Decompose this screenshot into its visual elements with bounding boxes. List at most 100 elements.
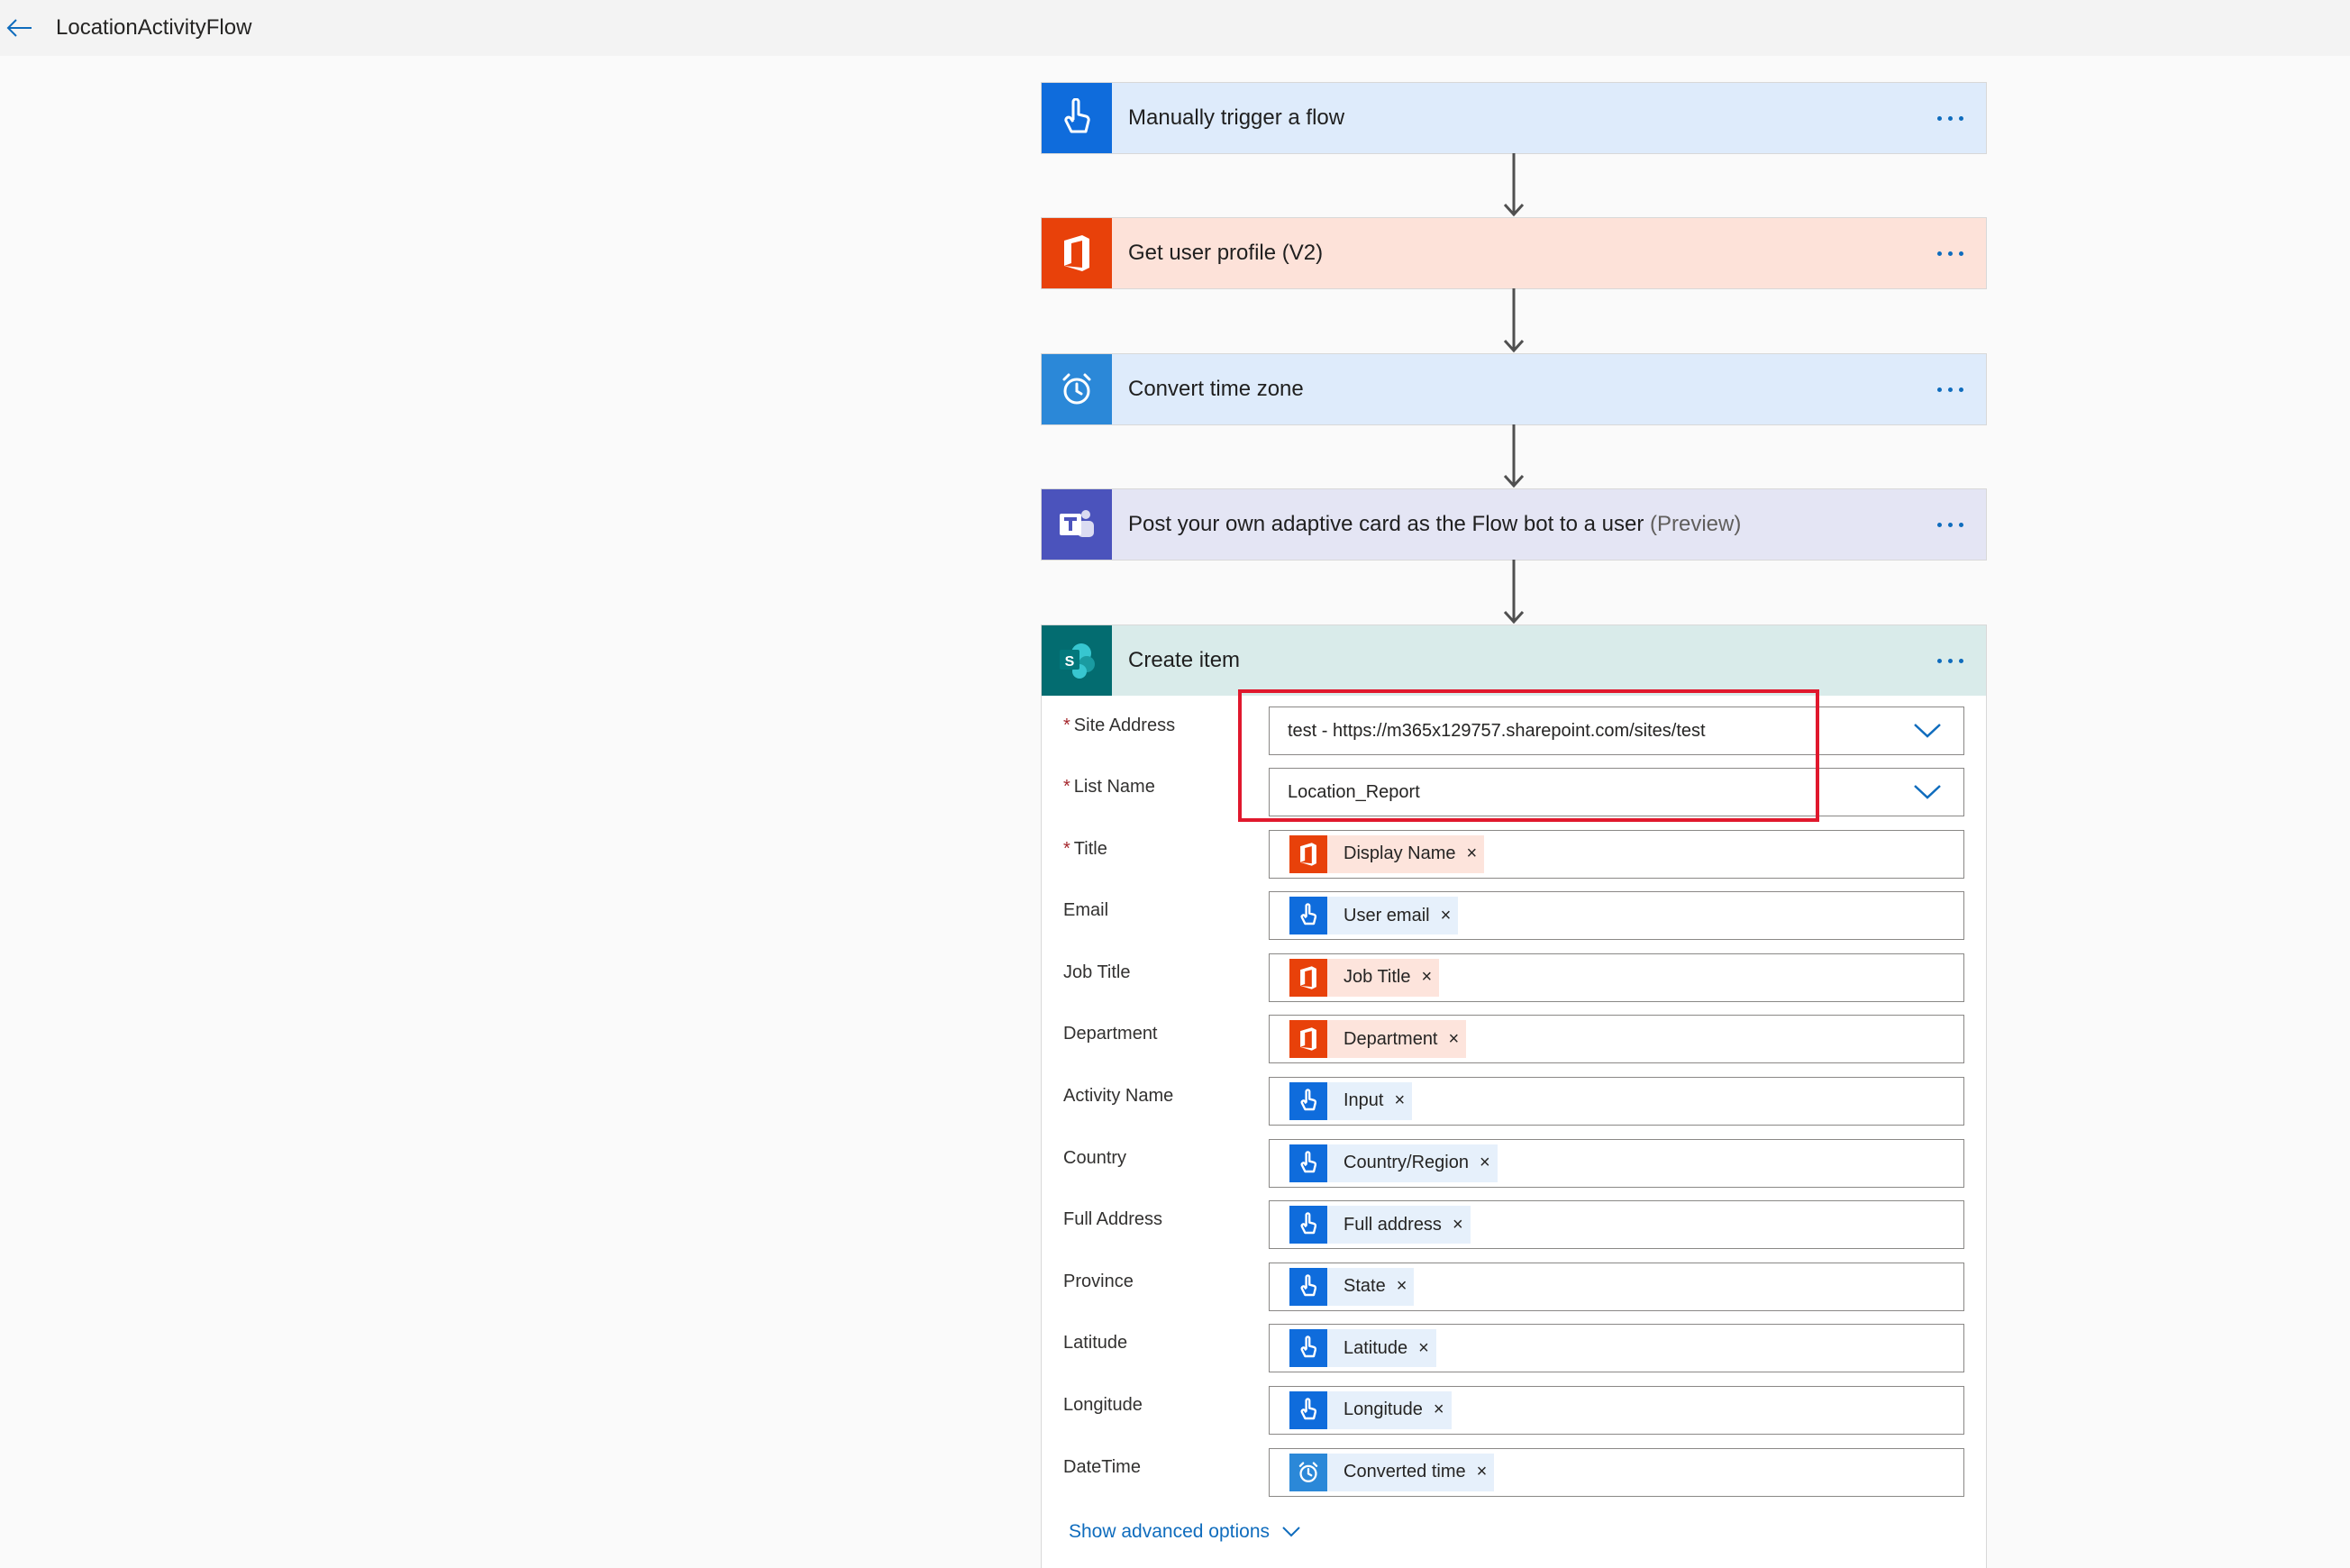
form-row: Full Address Full address ×	[1042, 1200, 1986, 1263]
step-get-user-profile[interactable]: Get user profile (V2)	[1041, 217, 1987, 289]
field-label-department: Department	[1063, 1024, 1158, 1044]
token-label: State	[1344, 1276, 1386, 1297]
remove-token-icon[interactable]: ×	[1466, 843, 1477, 864]
field-label-latitude: Latitude	[1063, 1333, 1128, 1354]
show-advanced-options-link[interactable]: Show advanced options	[1069, 1521, 1300, 1543]
remove-token-icon[interactable]: ×	[1449, 1029, 1460, 1050]
step-title: Convert time zone	[1128, 377, 1304, 401]
remove-token-icon[interactable]: ×	[1397, 1276, 1407, 1297]
remove-token-icon[interactable]: ×	[1421, 967, 1432, 988]
token-label: Department	[1344, 1028, 1438, 1049]
longitude-input[interactable]: Longitude ×	[1269, 1385, 1964, 1435]
dynamic-content-token[interactable]: Input ×	[1289, 1081, 1413, 1120]
required-marker: *	[1063, 838, 1070, 859]
connector-arrow	[1503, 424, 1525, 488]
touch-icon	[1289, 1206, 1327, 1244]
required-marker: *	[1063, 777, 1070, 798]
chevron-down-icon[interactable]	[1909, 713, 1945, 749]
form-row: Longitude Longitude ×	[1042, 1385, 1986, 1448]
remove-token-icon[interactable]: ×	[1394, 1090, 1405, 1111]
step-manual-trigger[interactable]: Manually trigger a flow	[1041, 82, 1987, 154]
dynamic-content-token[interactable]: Department ×	[1289, 1020, 1467, 1059]
required-marker: *	[1063, 716, 1070, 735]
field-label-datetime: DateTime	[1063, 1456, 1141, 1477]
form-row: Latitude Latitude ×	[1042, 1324, 1986, 1386]
create-item-form: * Site Address test - https://m365x129757.…	[1042, 696, 1986, 1546]
more-options-icon[interactable]	[1914, 83, 1986, 153]
connector-arrow	[1503, 288, 1525, 353]
field-label-job-title: Job Title	[1063, 962, 1131, 982]
advanced-options-label: Show advanced options	[1069, 1521, 1270, 1542]
email-input[interactable]: User email ×	[1269, 891, 1964, 941]
dynamic-content-token[interactable]: User email ×	[1289, 897, 1459, 935]
more-options-icon[interactable]	[1914, 218, 1986, 288]
token-label: Display Name	[1344, 843, 1456, 864]
department-input[interactable]: Department ×	[1269, 1015, 1964, 1064]
dynamic-content-token[interactable]: Display Name ×	[1289, 834, 1485, 873]
remove-token-icon[interactable]: ×	[1453, 1215, 1463, 1235]
form-row: Job Title Job Title ×	[1042, 953, 1986, 1016]
touch-icon	[1289, 1081, 1327, 1120]
full-address-input[interactable]: Full address ×	[1269, 1200, 1964, 1250]
activity-name-input[interactable]: Input ×	[1269, 1076, 1964, 1126]
dynamic-content-token[interactable]: Job Title ×	[1289, 958, 1440, 997]
form-row: * Title Display Name ×	[1042, 829, 1986, 892]
token-label: Job Title	[1344, 967, 1411, 988]
teams-icon	[1042, 489, 1112, 560]
remove-token-icon[interactable]: ×	[1477, 1462, 1488, 1482]
form-row: DateTime Converted time ×	[1042, 1447, 1986, 1510]
token-label: Converted time	[1344, 1462, 1466, 1482]
touch-icon	[1042, 83, 1112, 153]
step-create-item[interactable]: S Create item * Site Address test - https:…	[1041, 624, 1987, 1568]
field-label-activity-name: Activity Name	[1063, 1085, 1174, 1106]
office-icon	[1289, 1020, 1327, 1059]
remove-token-icon[interactable]: ×	[1441, 906, 1452, 926]
province-input[interactable]: State ×	[1269, 1262, 1964, 1311]
list-name-dropdown[interactable]: Location_Report	[1269, 768, 1964, 817]
remove-token-icon[interactable]: ×	[1434, 1399, 1444, 1420]
field-label-full-address: Full Address	[1063, 1209, 1163, 1230]
dynamic-content-token[interactable]: Converted time ×	[1289, 1453, 1495, 1491]
chevron-down-icon[interactable]	[1909, 774, 1945, 810]
dynamic-content-token[interactable]: Country/Region ×	[1289, 1144, 1498, 1182]
more-options-icon[interactable]	[1914, 354, 1986, 424]
site-address-dropdown[interactable]: test - https://m365x129757.sharepoint.co…	[1269, 707, 1964, 755]
token-label: Country/Region	[1344, 1153, 1469, 1173]
step-post-adaptive-card[interactable]: Post your own adaptive card as the Flow …	[1041, 488, 1987, 561]
form-row: Email User email ×	[1042, 891, 1986, 953]
field-label-site-address: * Site Address	[1063, 716, 1176, 735]
form-row: Country Country/Region ×	[1042, 1138, 1986, 1201]
field-label-longitude: Longitude	[1063, 1394, 1143, 1415]
field-label-province: Province	[1063, 1271, 1134, 1291]
flow-title: LocationActivityFlow	[56, 15, 252, 40]
field-label-list-name: * List Name	[1063, 777, 1155, 798]
remove-token-icon[interactable]: ×	[1480, 1153, 1490, 1173]
country-input[interactable]: Country/Region ×	[1269, 1138, 1964, 1188]
dynamic-content-token[interactable]: Longitude ×	[1289, 1390, 1452, 1429]
dynamic-content-token[interactable]: Latitude ×	[1289, 1329, 1436, 1368]
job-title-input[interactable]: Job Title ×	[1269, 953, 1964, 1002]
token-label: Full address	[1344, 1214, 1442, 1235]
remove-token-icon[interactable]: ×	[1418, 1338, 1429, 1359]
token-label: Latitude	[1344, 1337, 1408, 1358]
back-arrow-icon[interactable]	[2, 10, 38, 46]
chevron-down-icon	[1282, 1527, 1300, 1537]
dynamic-content-token[interactable]: Full address ×	[1289, 1206, 1471, 1244]
connector-arrow	[1503, 560, 1525, 624]
form-row: Province State ×	[1042, 1262, 1986, 1325]
svg-text:S: S	[1065, 654, 1075, 670]
dynamic-content-token[interactable]: State ×	[1289, 1267, 1415, 1306]
latitude-input[interactable]: Latitude ×	[1269, 1324, 1964, 1373]
step-title: Get user profile (V2)	[1128, 241, 1324, 265]
touch-icon	[1289, 1390, 1327, 1429]
datetime-input[interactable]: Converted time ×	[1269, 1447, 1964, 1497]
step-title: Manually trigger a flow	[1128, 105, 1345, 130]
title-input[interactable]: Display Name ×	[1269, 829, 1964, 879]
alarm-clock-icon	[1289, 1453, 1327, 1491]
form-row: * List Name Location_Report	[1042, 768, 1986, 829]
dropdown-value: Location_Report	[1288, 781, 1420, 802]
more-options-icon[interactable]	[1914, 625, 1986, 696]
more-options-icon[interactable]	[1914, 489, 1986, 560]
preview-tag: (Preview)	[1649, 512, 1742, 536]
step-convert-time-zone[interactable]: Convert time zone	[1041, 353, 1987, 425]
